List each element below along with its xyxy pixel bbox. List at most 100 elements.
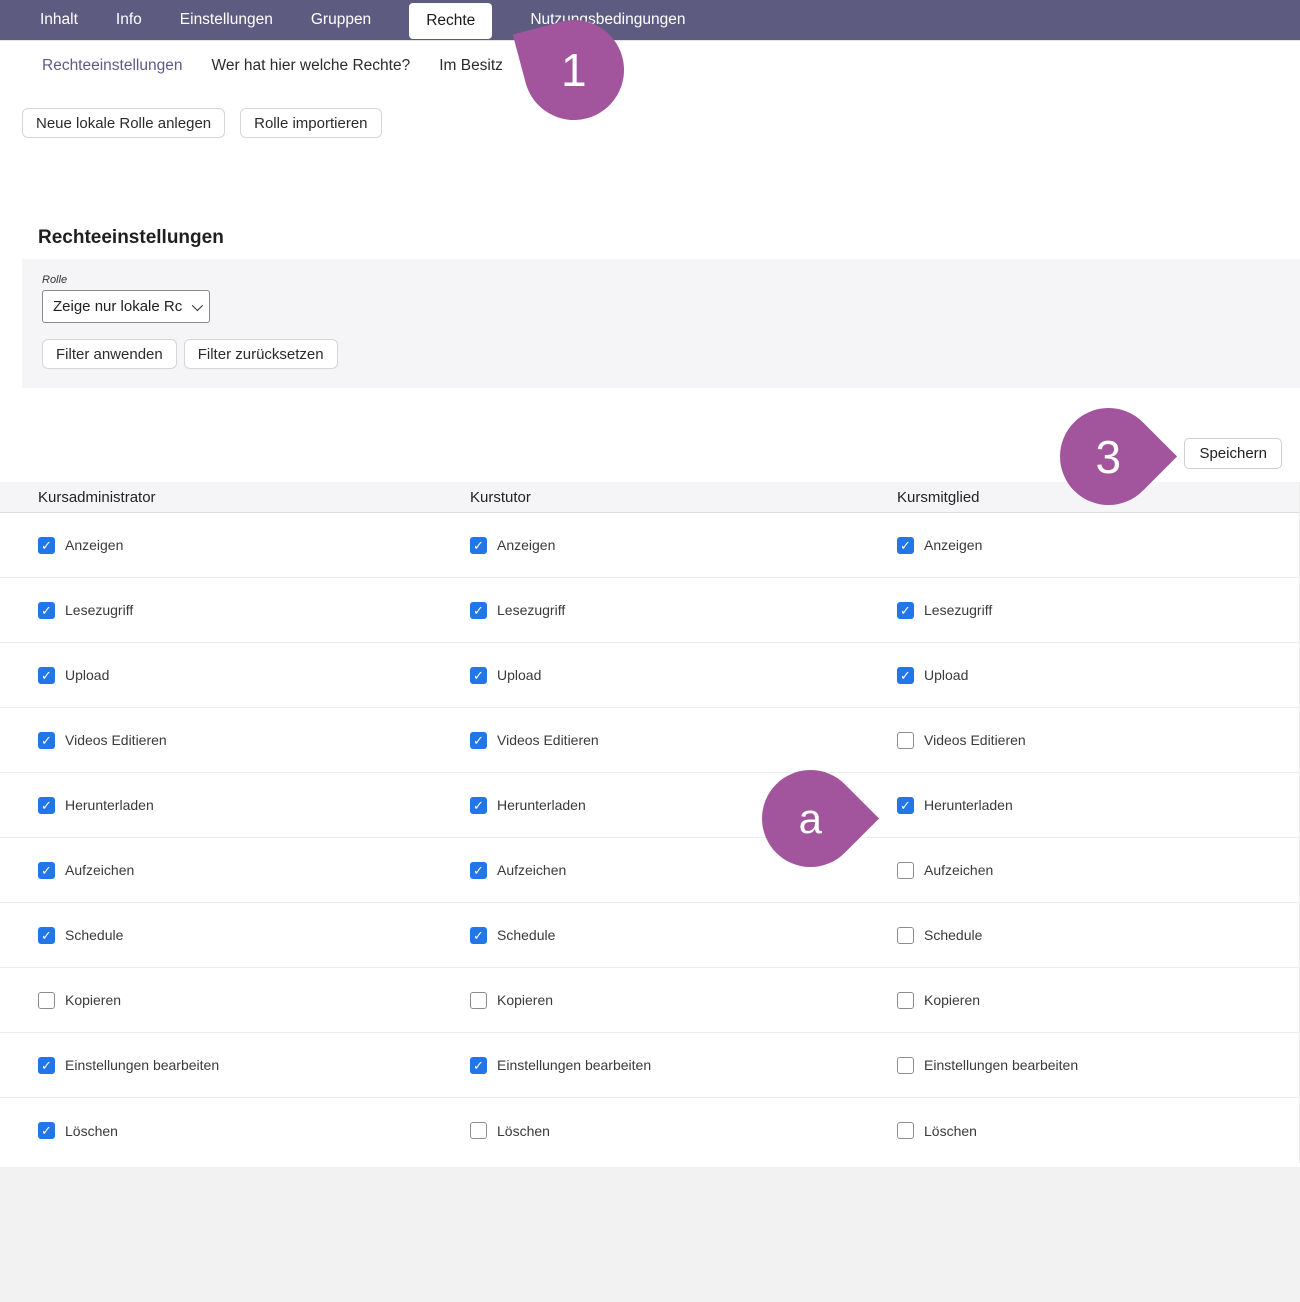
checkbox-kursadministrator-aufzeichen[interactable] [38, 862, 55, 879]
permission-cell: Kopieren [897, 992, 1299, 1009]
checkbox-kursadministrator-schedule[interactable] [38, 927, 55, 944]
chevron-down-icon [192, 299, 203, 310]
apply-filter-button[interactable]: Filter anwenden [42, 339, 177, 369]
checkbox-kurstutor-videos-editieren[interactable] [470, 732, 487, 749]
table-row: Schedule Schedule Schedule [0, 903, 1299, 968]
subnav-wer-hat-welche-rechte[interactable]: Wer hat hier welche Rechte? [211, 57, 410, 75]
import-role-button[interactable]: Rolle importieren [240, 108, 381, 138]
permission-cell: Videos Editieren [897, 732, 1299, 749]
checkbox-kursmitglied-einstellungen-bearbeiten[interactable] [897, 1057, 914, 1074]
checkbox-kursmitglied-lesezugriff[interactable] [897, 602, 914, 619]
footer-strip [0, 1167, 1300, 1302]
checkbox-kursadministrator-l-schen[interactable] [38, 1122, 55, 1139]
checkbox-kurstutor-herunterladen[interactable] [470, 797, 487, 814]
permissions-rows: AnzeigenAnzeigenAnzeigenLesezugriffLesez… [0, 513, 1299, 1163]
permission-label: Aufzeichen [924, 862, 993, 878]
tab-einstellungen[interactable]: Einstellungen [180, 11, 273, 29]
subnav-rechteeinstellungen[interactable]: Rechteeinstellungen [42, 57, 182, 75]
checkbox-kursmitglied-l-schen[interactable] [897, 1122, 914, 1139]
tab-inhalt[interactable]: Inhalt [40, 11, 78, 29]
table-row: Aufzeichen Aufzeichen Aufzeichen [0, 838, 1299, 903]
permission-cell: Herunterladen [897, 797, 1299, 814]
permission-cell: Löschen [897, 1122, 1299, 1139]
tab-rechte[interactable]: Rechte [409, 3, 492, 39]
permission-cell: Upload [470, 667, 897, 684]
permission-label: Kopieren [497, 992, 553, 1008]
permission-label: Aufzeichen [497, 862, 566, 878]
table-row: Lesezugriff Lesezugriff Lesezugriff [0, 578, 1299, 643]
permission-label: Schedule [65, 927, 123, 943]
reset-filter-button[interactable]: Filter zurücksetzen [184, 339, 338, 369]
checkbox-kursmitglied-schedule[interactable] [897, 927, 914, 944]
subnav-im-besitz[interactable]: Im Besitz [439, 57, 503, 75]
checkbox-kurstutor-kopieren[interactable] [470, 992, 487, 1009]
permission-label: Upload [497, 667, 541, 683]
checkbox-kursadministrator-lesezugriff[interactable] [38, 602, 55, 619]
checkbox-kursmitglied-videos-editieren[interactable] [897, 732, 914, 749]
permission-cell: Anzeigen [470, 537, 897, 554]
checkbox-kursmitglied-aufzeichen[interactable] [897, 862, 914, 879]
sub-navbar: Rechteeinstellungen Wer hat hier welche … [0, 40, 1300, 87]
permission-cell: Schedule [470, 927, 897, 944]
permission-cell: Videos Editieren [38, 732, 470, 749]
filter-buttons: Filter anwenden Filter zurücksetzen [42, 339, 1280, 369]
checkbox-kurstutor-anzeigen[interactable] [470, 537, 487, 554]
permission-cell: Einstellungen bearbeiten [897, 1057, 1299, 1074]
checkbox-kurstutor-schedule[interactable] [470, 927, 487, 944]
permission-label: Videos Editieren [924, 732, 1026, 748]
checkbox-kursadministrator-kopieren[interactable] [38, 992, 55, 1009]
permission-label: Anzeigen [65, 537, 123, 553]
checkbox-kursadministrator-anzeigen[interactable] [38, 537, 55, 554]
permission-label: Lesezugriff [497, 602, 565, 618]
permission-label: Herunterladen [497, 797, 586, 813]
checkbox-kurstutor-l-schen[interactable] [470, 1122, 487, 1139]
checkbox-kurstutor-aufzeichen[interactable] [470, 862, 487, 879]
filter-panel: Rolle Zeige nur lokale Rc Filter anwende… [22, 259, 1300, 388]
permissions-table: Kursadministrator Kurstutor Kursmitglied… [0, 482, 1300, 1163]
column-header-kurstutor: Kurstutor [470, 489, 897, 506]
checkbox-kursmitglied-upload[interactable] [897, 667, 914, 684]
checkbox-kursadministrator-upload[interactable] [38, 667, 55, 684]
checkbox-kursadministrator-herunterladen[interactable] [38, 797, 55, 814]
column-header-kursadministrator: Kursadministrator [38, 489, 470, 506]
permission-cell: Videos Editieren [470, 732, 897, 749]
table-row: Anzeigen Anzeigen Anzeigen [0, 513, 1299, 578]
permission-cell: Lesezugriff [470, 602, 897, 619]
permission-cell: Herunterladen [38, 797, 470, 814]
permission-label: Videos Editieren [497, 732, 599, 748]
permission-label: Lesezugriff [924, 602, 992, 618]
permission-cell: Kopieren [470, 992, 897, 1009]
permission-cell: Lesezugriff [38, 602, 470, 619]
permission-label: Anzeigen [924, 537, 982, 553]
role-select[interactable]: Zeige nur lokale Rc [42, 290, 210, 323]
permission-label: Anzeigen [497, 537, 555, 553]
checkbox-kursmitglied-kopieren[interactable] [897, 992, 914, 1009]
annotation-step-1-label: 1 [561, 47, 587, 93]
checkbox-kursadministrator-einstellungen-bearbeiten[interactable] [38, 1057, 55, 1074]
permission-label: Upload [65, 667, 109, 683]
table-row: Einstellungen bearbeiten Einstellungen be… [0, 1033, 1299, 1098]
checkbox-kursmitglied-herunterladen[interactable] [897, 797, 914, 814]
tab-gruppen[interactable]: Gruppen [311, 11, 371, 29]
checkbox-kursmitglied-anzeigen[interactable] [897, 537, 914, 554]
permission-cell: Löschen [38, 1122, 470, 1139]
checkbox-kursadministrator-videos-editieren[interactable] [38, 732, 55, 749]
table-row: LöschenLöschenLöschen [0, 1098, 1299, 1163]
permission-label: Einstellungen bearbeiten [65, 1057, 219, 1073]
permission-label: Herunterladen [65, 797, 154, 813]
new-local-role-button[interactable]: Neue lokale Rolle anlegen [22, 108, 225, 138]
permission-cell: Aufzeichen [897, 862, 1299, 879]
tab-info[interactable]: Info [116, 11, 142, 29]
permission-label: Lesezugriff [65, 602, 133, 618]
permission-label: Kopieren [924, 992, 980, 1008]
checkbox-kurstutor-einstellungen-bearbeiten[interactable] [470, 1057, 487, 1074]
permission-cell: Upload [897, 667, 1299, 684]
checkbox-kurstutor-upload[interactable] [470, 667, 487, 684]
checkbox-kurstutor-lesezugriff[interactable] [470, 602, 487, 619]
permission-label: Schedule [924, 927, 982, 943]
permission-label: Videos Editieren [65, 732, 167, 748]
permission-label: Einstellungen bearbeiten [924, 1057, 1078, 1073]
permission-cell: Aufzeichen [38, 862, 470, 879]
permission-cell: Kopieren [38, 992, 470, 1009]
save-button[interactable]: Speichern [1184, 438, 1282, 469]
